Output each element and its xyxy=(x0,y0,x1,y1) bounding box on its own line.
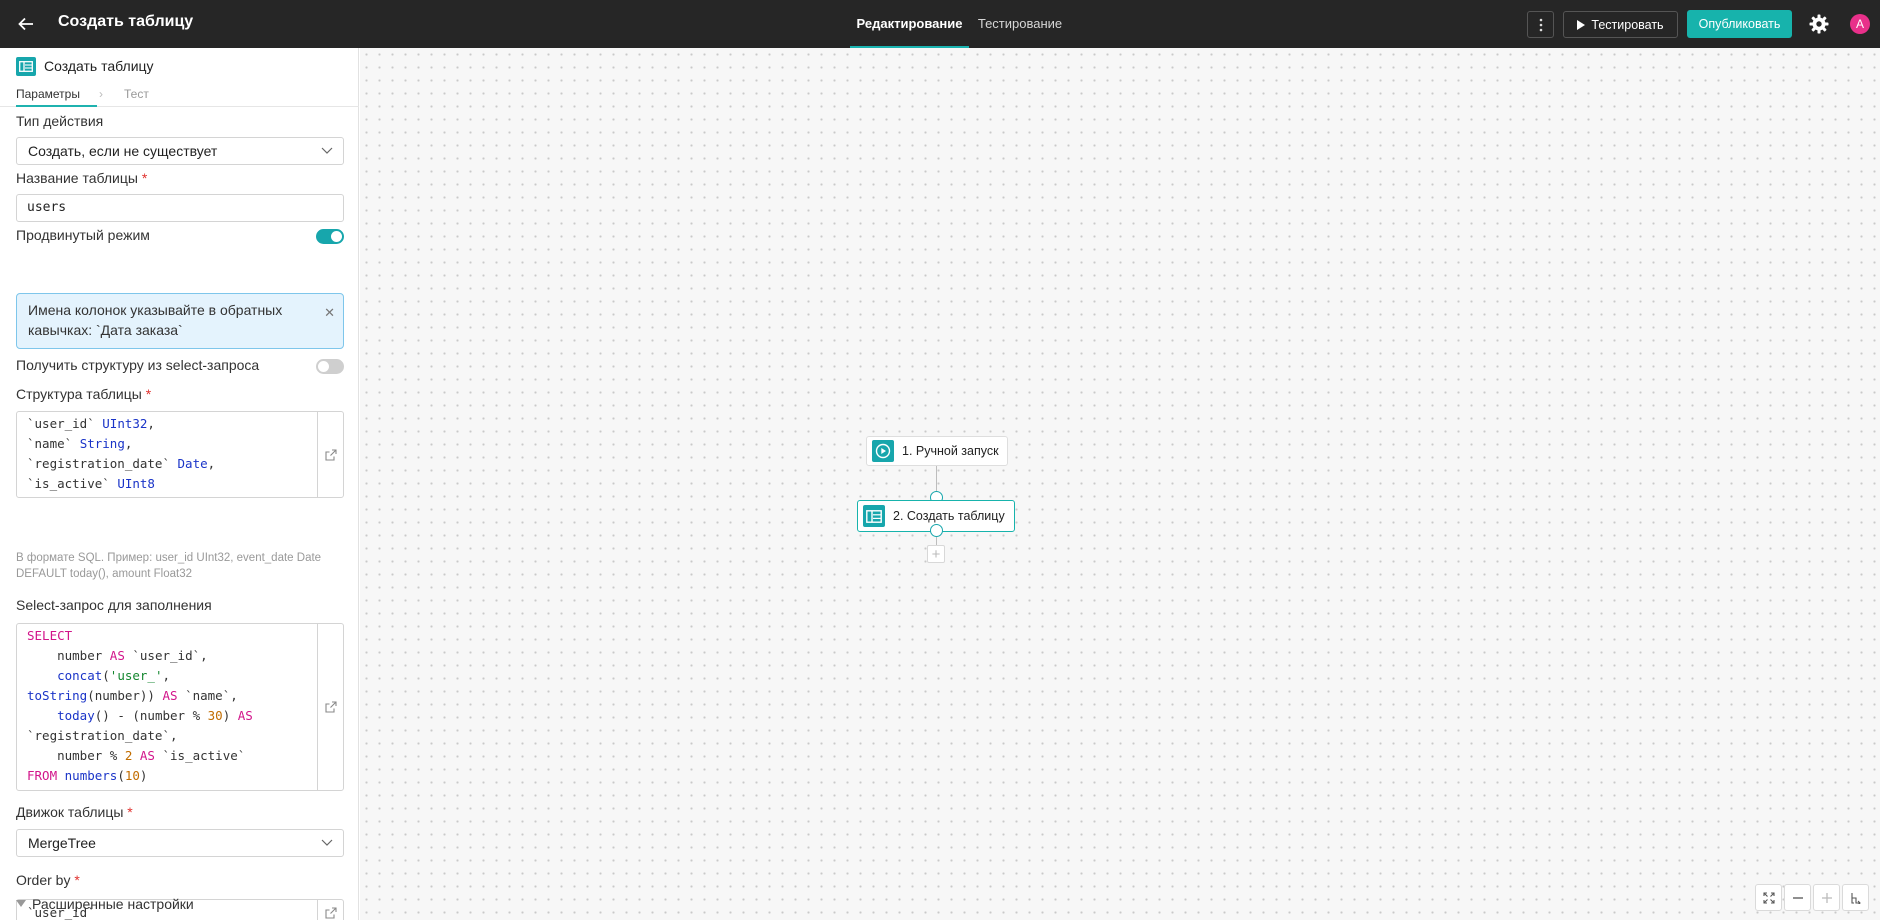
select-query-label: Select-запрос для заполнения xyxy=(16,597,212,613)
action-type-value: Создать, если не существует xyxy=(28,143,218,159)
tab-test[interactable]: Тест xyxy=(124,87,149,107)
structure-editor[interactable]: `user_id` UInt32, `name` String, `regist… xyxy=(16,411,344,498)
structure-hint: В формате SQL. Пример: user_id UInt32, e… xyxy=(16,552,322,580)
table-name-input[interactable]: users xyxy=(16,194,344,222)
connector-line xyxy=(936,537,937,545)
structure-label: Структура таблицы * xyxy=(16,386,151,402)
flow-canvas[interactable]: 1. Ручной запуск 2. Создать таблицу + xyxy=(360,48,1880,920)
order-by-label: Order by * xyxy=(16,872,80,888)
table-name-label-text: Название таблицы xyxy=(16,170,138,186)
publish-button[interactable]: Опубликовать xyxy=(1687,10,1792,38)
test-button-label: Тестировать xyxy=(1591,17,1664,32)
required-mark: * xyxy=(145,386,152,402)
avatar[interactable]: A xyxy=(1850,14,1870,34)
chevron-down-icon xyxy=(321,839,333,846)
tab-testing[interactable]: Тестирование xyxy=(970,0,1070,48)
zoom-controls xyxy=(1755,884,1869,912)
advanced-mode-toggle[interactable] xyxy=(316,229,344,244)
action-type-label: Тип действия xyxy=(16,113,104,129)
play-icon xyxy=(1577,19,1586,30)
expand-editor-icon[interactable] xyxy=(317,412,343,497)
close-icon[interactable]: ✕ xyxy=(324,303,335,323)
chevron-right-icon: › xyxy=(99,87,103,101)
tab-parameters[interactable]: Параметры xyxy=(16,87,97,107)
engine-label: Движок таблицы * xyxy=(16,804,133,820)
panel-title: Создать таблицу xyxy=(44,58,154,74)
structure-code: `user_id` UInt32, `name` String, `regist… xyxy=(27,416,216,491)
required-mark: * xyxy=(127,804,133,820)
tab-editing[interactable]: Редактирование xyxy=(850,0,969,48)
table-icon xyxy=(16,56,36,76)
zoom-in-icon[interactable] xyxy=(1813,884,1840,911)
table-name-label: Название таблицы * xyxy=(16,170,147,186)
chevron-down-icon xyxy=(321,147,333,154)
required-mark: * xyxy=(74,872,80,888)
play-circle-icon xyxy=(872,440,894,462)
select-query-code: SELECT number AS `user_id`, concat('user… xyxy=(27,628,253,783)
engine-label-text: Движок таблицы xyxy=(16,804,124,820)
structure-label-text: Структура таблицы xyxy=(16,386,142,402)
flow-node-label: 1. Ручной запуск xyxy=(902,444,999,458)
action-type-select[interactable]: Создать, если не существует xyxy=(16,137,344,165)
info-alert: Имена колонок указывайте в обратных кавы… xyxy=(16,293,344,349)
flow-node-label: 2. Создать таблицу xyxy=(893,509,1005,523)
settings-panel: Создать таблицу Параметры › Тест Тип дей… xyxy=(0,48,359,920)
page-title: Создать таблицу xyxy=(58,13,194,30)
flow-node-manual-start[interactable]: 1. Ручной запуск xyxy=(866,436,1008,466)
advanced-mode-label: Продвинутый режим xyxy=(16,227,150,243)
back-arrow-icon[interactable] xyxy=(14,12,38,36)
zoom-out-icon[interactable] xyxy=(1784,884,1811,911)
panel-tabs: Параметры › Тест xyxy=(0,84,359,107)
expand-editor-icon[interactable] xyxy=(317,900,343,920)
structure-from-select-label: Получить структуру из select-запроса xyxy=(16,357,260,373)
more-options-button[interactable] xyxy=(1527,11,1554,38)
fit-view-icon[interactable] xyxy=(1755,884,1782,911)
auto-layout-icon[interactable] xyxy=(1842,884,1869,911)
required-mark: * xyxy=(141,170,148,186)
advanced-settings-toggle[interactable]: Расширенные настройки xyxy=(16,896,194,912)
node-output-port[interactable] xyxy=(930,524,943,537)
gear-icon[interactable] xyxy=(1808,13,1830,35)
caret-down-icon xyxy=(16,900,26,907)
engine-value: MergeTree xyxy=(28,835,96,851)
more-vertical-icon xyxy=(1539,18,1542,31)
expand-editor-icon[interactable] xyxy=(317,624,343,790)
top-bar: Создать таблицу Редактирование Тестирова… xyxy=(0,0,1880,48)
engine-select[interactable]: MergeTree xyxy=(16,829,344,857)
structure-from-select-toggle[interactable] xyxy=(316,359,344,374)
panel-header: Создать таблицу xyxy=(16,56,154,76)
select-query-editor[interactable]: SELECT number AS `user_id`, concat('user… xyxy=(16,623,344,791)
info-alert-text: Имена колонок указывайте в обратных кавы… xyxy=(28,302,283,338)
order-by-label-text: Order by xyxy=(16,872,71,888)
test-button[interactable]: Тестировать xyxy=(1563,11,1678,38)
table-icon xyxy=(863,505,885,527)
advanced-settings-label: Расширенные настройки xyxy=(32,896,194,912)
add-node-button[interactable]: + xyxy=(927,545,945,563)
